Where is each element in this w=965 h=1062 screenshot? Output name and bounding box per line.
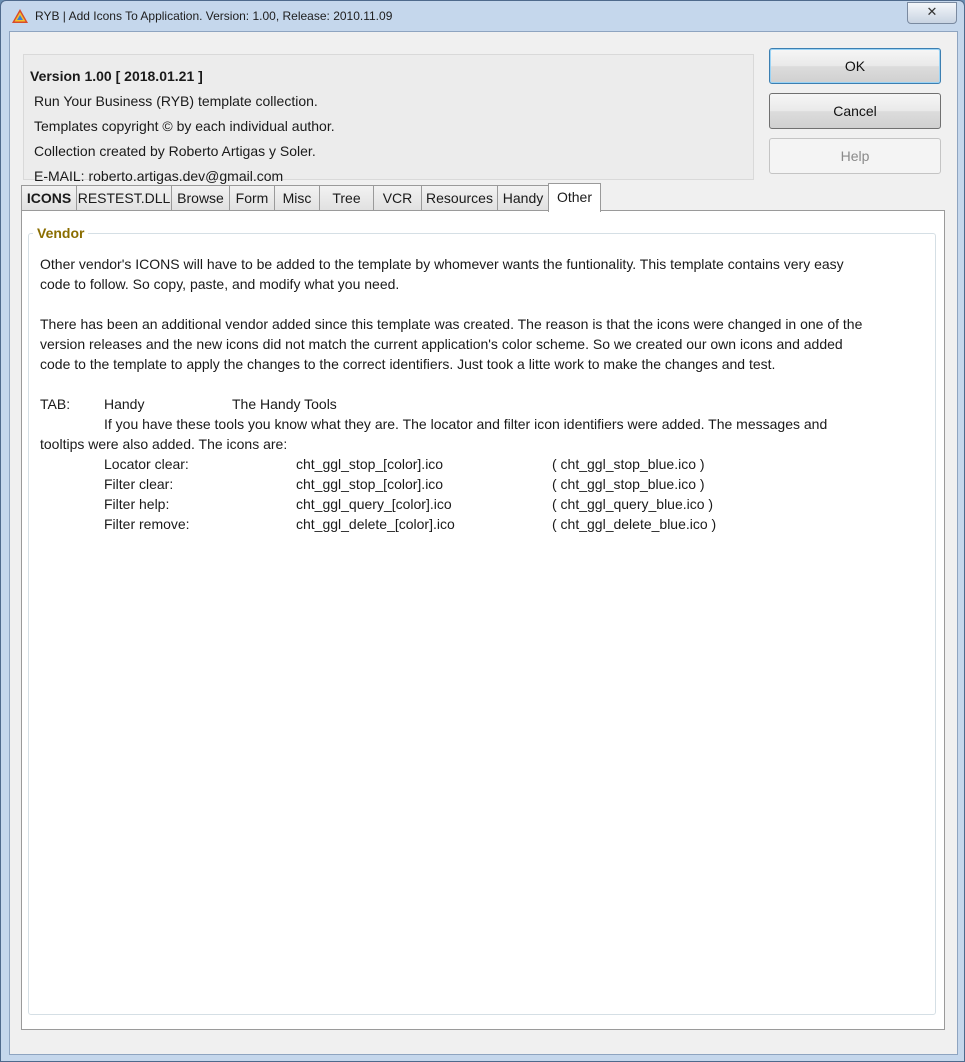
icon-pattern: cht_ggl_query_[color].ico	[296, 496, 452, 512]
icon-example: ( cht_ggl_stop_blue.ico )	[552, 456, 705, 472]
dialog-client-area: Version 1.00 [ 2018.01.21 ] Run Your Bus…	[9, 31, 958, 1055]
tools-desc-line2: tooltips were also added. The icons are:	[40, 436, 288, 452]
tab-panel-other: Vendor Other vendor's ICONS will have to…	[21, 210, 945, 1030]
title-bar[interactable]: RYB | Add Icons To Application. Version:…	[1, 1, 964, 31]
tab-misc[interactable]: Misc	[274, 185, 320, 210]
icon-name: Filter remove:	[104, 516, 190, 532]
tab-icons[interactable]: ICONS	[21, 185, 77, 210]
para1-line2: code to follow. So copy, paste, and modi…	[40, 276, 400, 292]
window-title: RYB | Add Icons To Application. Version:…	[35, 9, 393, 23]
ok-button[interactable]: OK	[769, 48, 941, 84]
tab-browse[interactable]: Browse	[171, 185, 230, 210]
tools-desc-line1: If you have these tools you know what th…	[104, 416, 828, 432]
icon-pattern: cht_ggl_stop_[color].ico	[296, 476, 444, 492]
para2-line3: code to the template to apply the change…	[40, 356, 776, 372]
tab-other[interactable]: Other	[548, 183, 601, 212]
email-line: E-MAIL: roberto.artigas.dev@gmail.com	[34, 168, 284, 184]
para2-line1: There has been an additional vendor adde…	[40, 316, 863, 332]
info-line-1: Run Your Business (RYB) template collect…	[34, 93, 318, 109]
info-line-2: Templates copyright © by each individual…	[34, 118, 335, 134]
para2-line2: version releases and the new icons did n…	[40, 336, 843, 352]
version-title: Version 1.00 [ 2018.01.21 ]	[30, 68, 203, 84]
cancel-button[interactable]: Cancel	[769, 93, 941, 129]
tab-restest-dll[interactable]: RESTEST.DLL	[76, 185, 172, 210]
tab-vcr[interactable]: VCR	[373, 185, 422, 210]
icon-name: Filter help:	[104, 496, 170, 512]
icon-pattern: cht_ggl_stop_[color].ico	[296, 456, 444, 472]
icon-example: ( cht_ggl_stop_blue.ico )	[552, 476, 705, 492]
tab-label: TAB:	[40, 396, 71, 412]
info-line-3: Collection created by Roberto Artigas y …	[34, 143, 316, 159]
vendor-group-label: Vendor	[33, 225, 89, 241]
icon-name: Filter clear:	[104, 476, 174, 492]
tab-handy[interactable]: Handy	[497, 185, 549, 210]
icon-example: ( cht_ggl_delete_blue.ico )	[552, 516, 717, 532]
tab-description: The Handy Tools	[232, 396, 337, 412]
dialog-window: RYB | Add Icons To Application. Version:…	[0, 0, 965, 1062]
icon-name: Locator clear:	[104, 456, 189, 472]
tab-form[interactable]: Form	[229, 185, 275, 210]
tab-resources[interactable]: Resources	[421, 185, 498, 210]
tab-name: Handy	[104, 396, 145, 412]
help-button[interactable]: Help	[769, 138, 941, 174]
icon-example: ( cht_ggl_query_blue.ico )	[552, 496, 714, 512]
tab-tree[interactable]: Tree	[319, 185, 374, 210]
para1-line1: Other vendor's ICONS will have to be add…	[40, 256, 844, 272]
info-panel: Version 1.00 [ 2018.01.21 ] Run Your Bus…	[23, 54, 754, 184]
app-triangle-icon	[12, 9, 28, 23]
vendor-groupbox: Vendor Other vendor's ICONS will have to…	[28, 225, 936, 1015]
close-button[interactable]: ✕	[907, 2, 957, 24]
icon-pattern: cht_ggl_delete_[color].ico	[296, 516, 455, 532]
